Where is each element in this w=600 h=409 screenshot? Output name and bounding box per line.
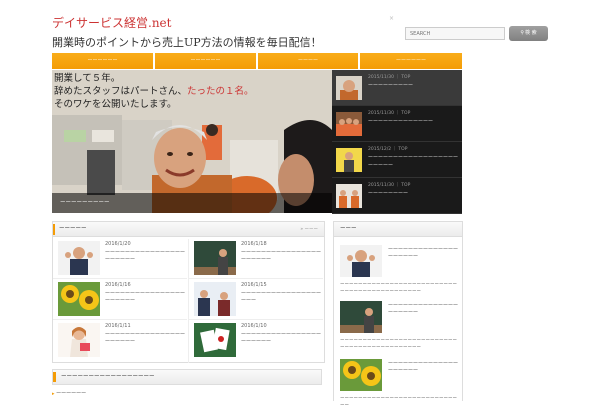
search-button[interactable]: ⚲検 索 <box>509 26 548 41</box>
post-date: 2016/1/16 <box>105 282 131 288</box>
man-pointing-photo <box>336 148 362 172</box>
new-posts-box: ーーーーー » ーーー 2016/1/20 ーーーーーーーーーーーーーーーーーー… <box>52 221 325 363</box>
post-date: 2016/1/11 <box>105 323 131 329</box>
man-fist-photo <box>58 241 100 275</box>
search-icon: ⚲ <box>520 30 525 36</box>
post-card[interactable]: 2016/1/20 ーーーーーーーーーーーーーーーーーーーーーー <box>53 239 187 279</box>
woman-gift-photo <box>58 323 100 357</box>
post-date: 2016/1/18 <box>241 241 267 247</box>
category-section-title: ーーーーーーーーーーーーーーーーー <box>61 374 155 380</box>
slider-list-item[interactable]: 2015/11/30 ｜ TOP ーーーーーーーーー <box>332 70 462 106</box>
nav-item-4[interactable]: ーーーーーー <box>360 53 462 69</box>
slider-item-title[interactable]: ーーーーーーーーーーーーー <box>368 118 458 126</box>
slider-headline-line-2: 辞めたスタッフはパートさん、たったの１名。 <box>54 85 254 98</box>
post-card[interactable]: 2016/1/10 ーーーーーーーーーーーーーーーーーーーーーー <box>189 321 323 361</box>
woman-blackboard-photo <box>340 301 382 333</box>
slider-item-meta: 2015/11/30 ｜ TOP <box>368 75 411 80</box>
man-fist-photo <box>340 245 382 277</box>
sidebar-header: ーーー <box>334 222 462 237</box>
slider-caption[interactable]: ーーーーーーーーー <box>52 193 332 213</box>
post-date: 2016/1/15 <box>241 282 267 288</box>
slider-headline-line-3: そのワケを公開いたします。 <box>54 99 177 110</box>
sunflower-photo <box>58 282 100 316</box>
search-input[interactable] <box>405 27 505 40</box>
sidebar-post-title[interactable]: ーーーーーーーーーーーーーーーーーーーー <box>388 247 458 261</box>
site-title[interactable]: デイサービス経営.net <box>52 14 171 31</box>
slider-item-title[interactable]: ーーーーーーーーーーーーーーーーーーーーーーー <box>368 154 458 170</box>
slider-item-meta: 2015/12/2 ｜ TOP <box>368 147 408 152</box>
post-title[interactable]: ーーーーーーーーーーーーーーーーーーーーーー <box>105 250 185 264</box>
new-posts-more-link[interactable]: » ーーー <box>300 222 318 237</box>
search-button-label: 検 索 <box>525 30 537 36</box>
nav-item-2[interactable]: ーーーーーー <box>155 53 256 69</box>
post-title[interactable]: ーーーーーーーーーーーーーーーーーーーーーー <box>241 250 321 264</box>
post-title[interactable]: ーーーーーーーーーーーーーーーーーーーーーー <box>241 332 321 346</box>
section-accent-bar <box>53 372 56 382</box>
post-card[interactable]: 2016/1/16 ーーーーーーーーーーーーーーーーーーーーーー <box>53 280 187 320</box>
nav-item-3[interactable]: ーーーー <box>258 53 358 69</box>
cards-photo <box>194 323 236 357</box>
slider-list: 2015/11/30 ｜ TOP ーーーーーーーーー 2015/11/30 ｜ … <box>332 70 462 214</box>
sunflower-photo <box>340 359 382 391</box>
slider-headline-line-2-text: 辞めたスタッフはパートさん、 <box>54 86 188 97</box>
post-card[interactable]: 2016/1/11 ーーーーーーーーーーーーーーーーーーーーーー <box>53 321 187 361</box>
elderly-woman-photo <box>336 76 362 100</box>
main-nav: ーーーーーー ーーーーーー ーーーー ーーーーーー <box>52 53 462 69</box>
close-icon[interactable]: × <box>389 15 394 22</box>
woman-blackboard-photo <box>194 241 236 275</box>
sidebar-post-title[interactable]: ーーーーーーーーーーーーーーーーーーーー <box>388 303 458 317</box>
category-section-header: ーーーーーーーーーーーーーーーーー <box>52 369 322 385</box>
post-title[interactable]: ーーーーーーーーーーーーーーーーーーー <box>241 291 321 305</box>
chevron-right-icon: ▸ <box>52 391 55 397</box>
new-posts-title: ーーーーー <box>59 226 87 232</box>
group-photo <box>336 112 362 136</box>
featured-slider[interactable]: 開業して５年。 辞めたスタッフはパートさん、たったの１名。 そのワケを公開いたし… <box>52 70 332 213</box>
sidebar-post-excerpt: ーーーーーーーーーーーーーーーーーーーーーーーーーーーーーーーーーーーーーーーー… <box>340 338 457 350</box>
sidebar-box: ーーー ーーーーーーーーーーーーーーーーーーーー ーーーーーーーーーーーーーーー… <box>333 221 463 408</box>
slider-headline-highlight: たったの１名。 <box>187 86 254 97</box>
post-card[interactable]: 2016/1/18 ーーーーーーーーーーーーーーーーーーーーーー <box>189 239 323 279</box>
staff-photo <box>336 184 362 208</box>
slider-list-item[interactable]: 2015/12/2 ｜ TOP ーーーーーーーーーーーーーーーーーーーーーーー <box>332 142 462 178</box>
post-title[interactable]: ーーーーーーーーーーーーーーーーーーーーーー <box>105 291 185 305</box>
slider-headline: 開業して５年。 辞めたスタッフはパートさん、たったの１名。 そのワケを公開いたし… <box>54 72 254 111</box>
sidebar-post-excerpt: ーーーーーーーーーーーーーーーーーーーーーーーーーーーー <box>340 396 457 408</box>
slider-list-item[interactable]: 2015/11/30 ｜ TOP ーーーーーーーーーーーーー <box>332 106 462 142</box>
post-date: 2016/1/10 <box>241 323 267 329</box>
post-card[interactable]: 2016/1/15 ーーーーーーーーーーーーーーーーーーー <box>189 280 323 320</box>
business-people-photo <box>194 282 236 316</box>
slider-item-meta: 2015/11/30 ｜ TOP <box>368 111 411 116</box>
nav-item-1[interactable]: ーーーーーー <box>52 53 153 69</box>
category-link[interactable]: ▸ ーーーーーー <box>52 390 86 397</box>
category-link-label: ーーーーーー <box>56 391 87 397</box>
section-accent-bar <box>53 224 55 235</box>
sidebar-post-excerpt: ーーーーーーーーーーーーーーーーーーーーーーーーーーーーーーーーーーーーーーーー… <box>340 282 457 294</box>
slider-item-title[interactable]: ーーーーーーーー <box>368 190 458 198</box>
new-posts-header: ーーーーー » ーーー <box>53 222 324 237</box>
post-date: 2016/1/20 <box>105 241 131 247</box>
site-tagline: 開業時のポイントから売上UP方法の情報を毎日配信！ <box>52 36 322 49</box>
sidebar-title: ーーー <box>340 226 357 232</box>
post-title[interactable]: ーーーーーーーーーーーーーーーーーーーーーー <box>105 332 185 346</box>
slider-item-title[interactable]: ーーーーーーーーー <box>368 82 458 90</box>
slider-item-meta: 2015/11/30 ｜ TOP <box>368 183 411 188</box>
sidebar-post-title[interactable]: ーーーーーーーーーーーーーーーーーーーー <box>388 361 458 375</box>
slider-list-item[interactable]: 2015/11/30 ｜ TOP ーーーーーーーー <box>332 178 462 214</box>
slider-headline-line-1: 開業して５年。 <box>54 73 121 84</box>
